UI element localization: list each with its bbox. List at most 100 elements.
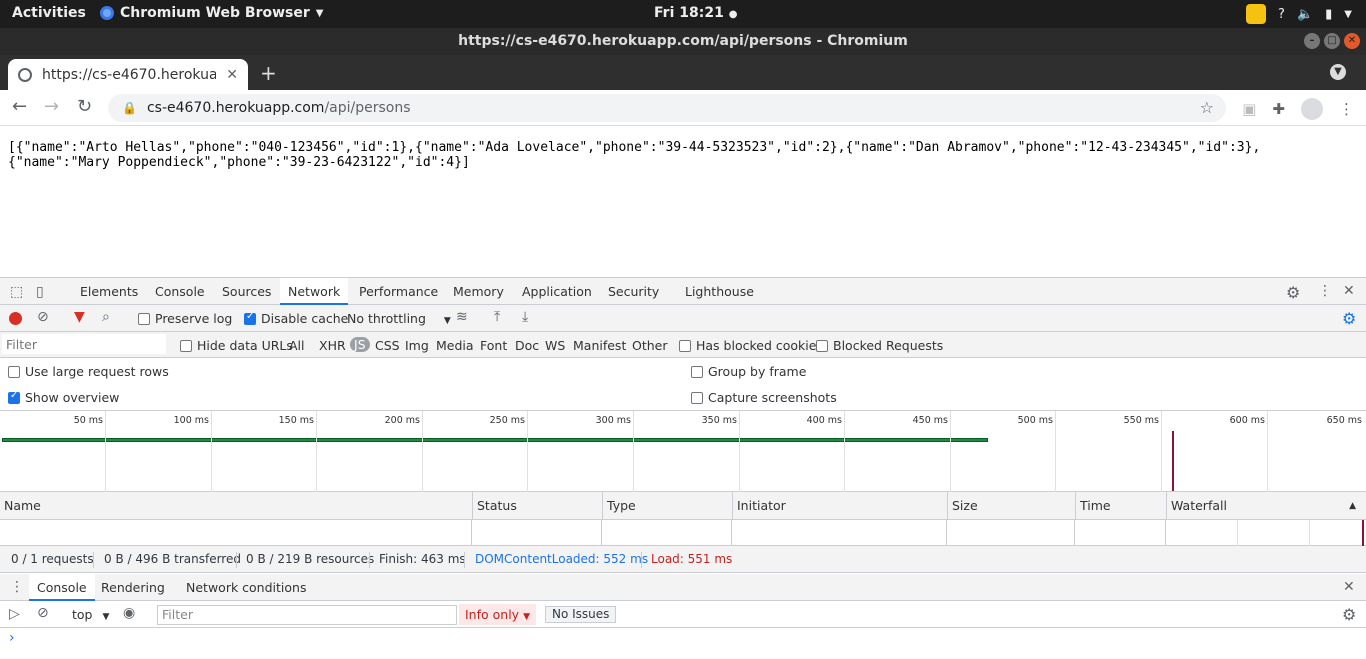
sticky-note-icon[interactable] xyxy=(1246,4,1267,24)
group-by-frame-checkbox[interactable]: Group by frame xyxy=(691,364,806,379)
system-tray[interactable]: ? 🔈 ▮ ▼ xyxy=(1246,4,1352,24)
clear-console-icon[interactable]: ⊘ xyxy=(37,605,49,621)
type-xhr[interactable]: XHR xyxy=(319,338,346,353)
summary-resources: 0 B / 219 B resources xyxy=(246,552,375,566)
address-bar[interactable]: 🔒 cs-e4670.herokuapp.com/api/persons ☆ xyxy=(108,94,1226,122)
disable-cache-checkbox[interactable]: Disable cache xyxy=(244,311,348,326)
more-options-icon[interactable]: ⋮ xyxy=(1318,283,1332,299)
volume-icon[interactable]: 🔈 xyxy=(1297,7,1313,22)
activities-button[interactable]: Activities xyxy=(12,5,86,21)
inspect-element-icon[interactable]: ⬚ xyxy=(10,284,23,300)
drawer-tab-network-conditions[interactable]: Network conditions xyxy=(178,574,314,601)
column-size[interactable]: Size xyxy=(947,492,1075,520)
tab-sources[interactable]: Sources xyxy=(214,278,279,305)
blocked-requests-checkbox[interactable]: Blocked Requests xyxy=(816,338,943,353)
record-icon[interactable] xyxy=(9,312,22,325)
extension-badge-icon[interactable]: ▣ xyxy=(1242,100,1256,118)
chevron-down-icon: ▼ xyxy=(315,7,324,19)
type-manifest[interactable]: Manifest xyxy=(573,338,626,353)
close-icon[interactable]: ✕ xyxy=(1344,33,1360,49)
column-time[interactable]: Time xyxy=(1075,492,1166,520)
console-prompt[interactable]: › xyxy=(9,630,15,646)
overview-gridline xyxy=(950,411,951,492)
network-settings-gear-icon[interactable]: ⚙ xyxy=(1342,309,1356,328)
drawer-menu-icon[interactable]: ⋮ xyxy=(10,579,24,595)
tab-security[interactable]: Security xyxy=(600,278,667,305)
drawer-tab-console[interactable]: Console xyxy=(29,574,95,601)
clear-icon[interactable]: ⊘ xyxy=(37,309,49,325)
settings-gear-icon[interactable]: ⚙ xyxy=(1286,283,1300,302)
device-toolbar-icon[interactable]: ▯ xyxy=(36,284,44,300)
import-har-icon[interactable]: ⤒ xyxy=(494,309,500,325)
more-menu-icon[interactable]: ⋮ xyxy=(1339,100,1354,118)
filter-input[interactable] xyxy=(2,334,166,354)
tab-application[interactable]: Application xyxy=(514,278,600,305)
reload-icon[interactable]: ↻ xyxy=(77,96,92,117)
network-conditions-wifi-icon[interactable]: ≋ xyxy=(456,309,468,325)
column-status[interactable]: Status xyxy=(472,492,602,520)
sidebar-toggle-icon[interactable]: ▷ xyxy=(9,606,20,622)
large-request-rows-checkbox[interactable]: Use large request rows xyxy=(8,364,169,379)
lock-icon[interactable]: 🔒 xyxy=(122,101,137,115)
issues-button[interactable]: No Issues xyxy=(545,606,617,623)
app-menu[interactable]: Chromium Web Browser ▼ xyxy=(100,5,323,21)
tab-console[interactable]: Console xyxy=(147,278,213,305)
battery-icon[interactable]: ▮ xyxy=(1325,7,1332,22)
has-blocked-cookies-checkbox[interactable]: Has blocked cookies xyxy=(679,338,823,353)
log-levels-select[interactable]: Info only ▼ xyxy=(459,604,536,625)
filter-bar: Hide data URLs All XHR JS CSS Img Media … xyxy=(0,332,1366,358)
type-ws[interactable]: WS xyxy=(545,338,565,353)
type-other[interactable]: Other xyxy=(632,338,668,353)
type-font[interactable]: Font xyxy=(480,338,507,353)
extensions-puzzle-icon[interactable]: ✚ xyxy=(1272,100,1285,118)
tab-performance[interactable]: Performance xyxy=(351,278,446,305)
live-expression-eye-icon[interactable]: ◉ xyxy=(123,605,135,621)
type-media[interactable]: Media xyxy=(436,338,474,353)
search-icon[interactable]: ⌕ xyxy=(102,309,110,325)
preserve-log-checkbox[interactable]: Preserve log xyxy=(138,311,232,326)
type-doc[interactable]: Doc xyxy=(515,338,539,353)
column-waterfall[interactable]: Waterfall ▲ xyxy=(1166,492,1366,520)
filter-funnel-icon[interactable]: ▼ xyxy=(74,309,85,325)
tab-memory[interactable]: Memory xyxy=(445,278,512,305)
drawer-tab-rendering[interactable]: Rendering xyxy=(93,574,173,601)
minimize-icon[interactable]: – xyxy=(1304,33,1320,49)
column-initiator[interactable]: Initiator xyxy=(732,492,947,520)
overview-gridline xyxy=(422,411,423,492)
throttling-select[interactable]: No throttling ▼ xyxy=(347,311,451,326)
browser-tab[interactable]: https://cs-e4670.herokuap ✕ xyxy=(8,59,248,90)
forward-icon[interactable]: → xyxy=(44,96,59,117)
close-drawer-icon[interactable]: ✕ xyxy=(1343,579,1355,595)
profile-avatar-icon[interactable] xyxy=(1301,98,1323,120)
requests-grid-body xyxy=(0,520,1366,546)
bookmark-star-icon[interactable]: ☆ xyxy=(1200,98,1214,117)
window-title-bar: https://cs-e4670.herokuapp.com/api/perso… xyxy=(0,28,1366,55)
back-icon[interactable]: ← xyxy=(12,96,27,117)
show-overview-checkbox[interactable]: Show overview xyxy=(8,390,119,405)
hide-data-urls-checkbox[interactable]: Hide data URLs xyxy=(180,338,293,353)
close-devtools-icon[interactable]: ✕ xyxy=(1343,283,1355,299)
export-har-icon[interactable]: ⤓ xyxy=(522,309,528,325)
help-icon[interactable]: ? xyxy=(1278,7,1285,22)
new-tab-button[interactable]: + xyxy=(260,61,277,85)
chevron-down-icon[interactable]: ▼ xyxy=(1344,9,1352,20)
console-filter-input[interactable]: Filter xyxy=(157,605,457,625)
maximize-icon[interactable]: □ xyxy=(1324,33,1340,49)
type-js[interactable]: JS xyxy=(350,337,370,352)
type-css[interactable]: CSS xyxy=(375,338,400,353)
context-select[interactable]: top ▼ xyxy=(72,607,109,622)
console-settings-gear-icon[interactable]: ⚙ xyxy=(1342,605,1356,624)
overview-tick-label: 600 ms xyxy=(1229,415,1265,426)
close-tab-icon[interactable]: ✕ xyxy=(226,67,238,83)
type-all[interactable]: All xyxy=(289,338,305,353)
network-overview-timeline[interactable]: 50 ms 100 ms 150 ms 200 ms 250 ms 300 ms 350 m… xyxy=(0,411,1366,492)
capture-screenshots-checkbox[interactable]: Capture screenshots xyxy=(691,390,837,405)
clock[interactable]: Fri 18:21 ● xyxy=(654,5,737,21)
tab-elements[interactable]: Elements xyxy=(72,278,146,305)
tab-search-icon[interactable]: ▼ xyxy=(1330,64,1346,80)
type-img[interactable]: Img xyxy=(405,338,429,353)
tab-network[interactable]: Network xyxy=(280,278,349,305)
column-name[interactable]: Name xyxy=(0,492,472,520)
column-type[interactable]: Type xyxy=(602,492,732,520)
tab-lighthouse[interactable]: Lighthouse xyxy=(677,278,762,305)
